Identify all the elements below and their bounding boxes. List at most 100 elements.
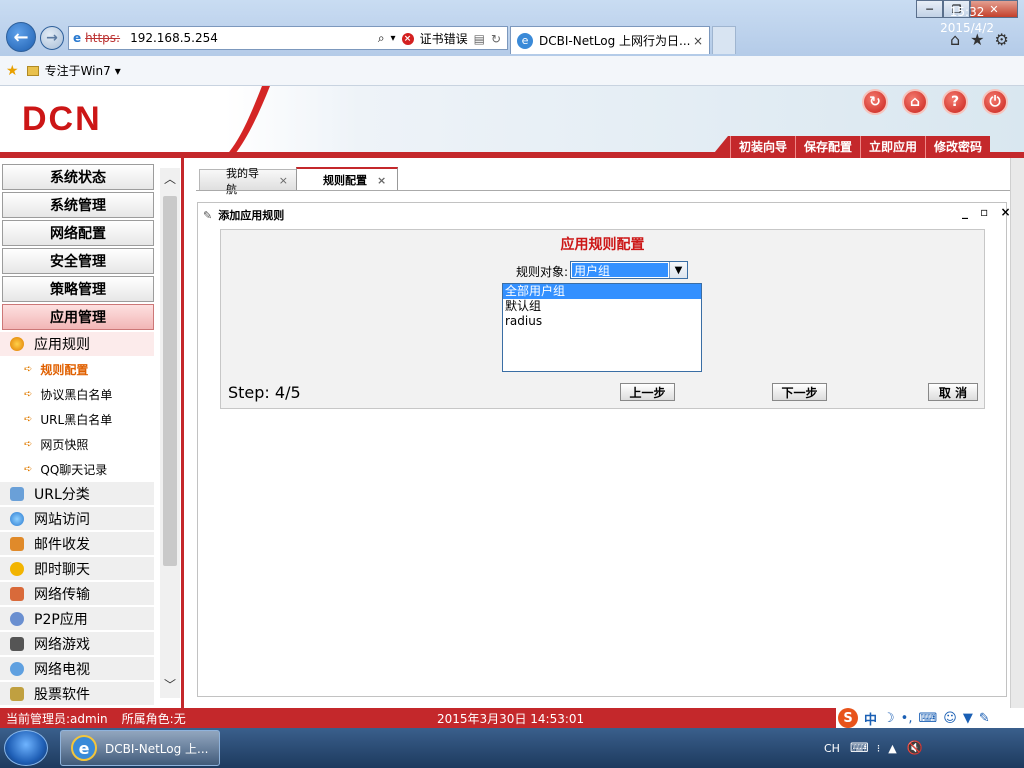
start-button[interactable] — [4, 730, 48, 766]
ie-tab-icon: e — [517, 32, 533, 49]
sidebar-category-web-access[interactable]: 网站访问 — [0, 507, 154, 531]
arrow-bullet-icon: ➪ — [24, 389, 33, 400]
menu-system-status[interactable]: 系统状态 — [2, 164, 154, 190]
new-tab-button[interactable] — [712, 26, 736, 54]
sidebar-item-web-snapshot[interactable]: ➪ 网页快照 — [24, 436, 88, 453]
sidebar-category-mail[interactable]: 邮件收发 — [0, 532, 154, 556]
favorites-item[interactable]: 专注于Win7 — [45, 62, 111, 79]
browser-tab[interactable]: e DCBI-NetLog 上网行为日... × — [510, 26, 710, 54]
address-bar[interactable]: e https: 192.168.5.254 ⌕ ▾ × 证书错误 ▤ ↻ — [68, 26, 508, 50]
home-circle-icon[interactable]: ⌂ — [902, 89, 928, 115]
sidebar-item-label: QQ聊天记录 — [40, 463, 108, 477]
sidebar-category-url[interactable]: URL分类 — [0, 482, 154, 506]
chevron-down-icon[interactable]: ▼ — [669, 262, 687, 278]
dropdown-icon[interactable]: ▾ — [391, 33, 396, 44]
scroll-down-icon[interactable]: ﹀ — [164, 676, 176, 693]
scrollbar-thumb[interactable] — [163, 196, 177, 566]
gamepad-icon — [10, 636, 24, 651]
gear-icon[interactable]: ⚙ — [995, 30, 1009, 49]
search-icon[interactable]: ⌕ — [378, 31, 385, 46]
ime-toolbar[interactable]: S 中 ☽ •, ⌨ ☺ ▼ ✎ — [836, 708, 1024, 728]
sidebar-category-label: 网络电视 — [34, 661, 90, 678]
tab-close-icon[interactable]: × — [693, 34, 703, 48]
chat-icon — [10, 561, 24, 576]
logout-circle-icon[interactable]: ⏻ — [982, 89, 1008, 115]
menu-app-management[interactable]: 应用管理 — [2, 304, 154, 330]
ime-mode[interactable]: 中 — [864, 709, 877, 728]
wrench-icon[interactable]: ✎ — [979, 711, 990, 726]
keyboard-icon[interactable]: ⌨ — [918, 711, 937, 726]
content-scrollbar[interactable] — [1010, 158, 1024, 708]
next-step-button[interactable]: 下一步 — [772, 383, 827, 401]
tab-label: 我的导航 — [226, 166, 259, 196]
volume-muted-icon[interactable]: 🔇 — [907, 741, 923, 756]
sidebar: 系统状态 系统管理 网络配置 安全管理 策略管理 应用管理 应用规则 ➪ 规则配… — [0, 158, 184, 708]
sidebar-category-label: P2P应用 — [34, 611, 88, 628]
rule-object-select[interactable]: 用户组 ▼ — [570, 261, 688, 279]
cert-error-icon[interactable]: × — [401, 32, 414, 45]
tab-my-navigation[interactable]: 我的导航 × — [199, 167, 297, 196]
keyboard-icon[interactable]: ⌨ — [850, 741, 869, 756]
tab-close-icon[interactable]: × — [377, 174, 386, 187]
taskbar-clock[interactable]: 15:32 2015/4/2 — [940, 4, 994, 36]
sidebar-category-tv[interactable]: 网络电视 — [0, 657, 154, 681]
sidebar-category-label: 股票软件 — [34, 686, 90, 703]
nav-change-password[interactable]: 修改密码 — [925, 136, 990, 158]
moon-icon[interactable]: ☽ — [883, 711, 895, 726]
compat-view-icon[interactable]: ▤ — [474, 32, 485, 46]
sidebar-scrollbar[interactable]: ︿ ﹀ — [160, 168, 180, 698]
nav-setup-wizard[interactable]: 初装向导 — [730, 136, 795, 158]
tray-menu-icon[interactable]: ⁝ — [877, 742, 881, 755]
tab-close-icon[interactable]: × — [279, 174, 288, 187]
cert-error-label[interactable]: 证书错误 — [420, 30, 468, 47]
nav-apply-now[interactable]: 立即应用 — [860, 136, 925, 158]
rule-object-value[interactable]: 用户组 — [572, 263, 668, 278]
sidebar-category-stocks[interactable]: 股票软件 — [0, 682, 154, 706]
minimize-icon: ─ — [926, 2, 933, 16]
back-button[interactable]: ← — [6, 22, 36, 52]
language-indicator[interactable]: CH — [824, 742, 840, 755]
minimize-button[interactable]: ─ — [916, 0, 943, 18]
refresh-circle-icon[interactable]: ↻ — [862, 89, 888, 115]
menu-policy-management[interactable]: 策略管理 — [2, 276, 154, 302]
sidebar-category-transfer[interactable]: 网络传输 — [0, 582, 154, 606]
menu-security-management[interactable]: 安全管理 — [2, 248, 154, 274]
list-item[interactable]: 全部用户组 — [503, 284, 701, 299]
chevron-down-icon[interactable]: ▾ — [115, 64, 121, 78]
sidebar-item-rule-config[interactable]: ➪ 规则配置 — [24, 361, 88, 378]
user-icon[interactable]: ☺ — [943, 711, 957, 726]
arrow-right-icon: → — [46, 30, 58, 46]
add-favorite-icon[interactable]: ★ — [6, 63, 19, 79]
taskbar-ie-button[interactable]: e DCBI-NetLog 上... — [60, 730, 220, 766]
sidebar-item-qq-chat-log[interactable]: ➪ QQ聊天记录 — [24, 461, 107, 478]
menu-system-management[interactable]: 系统管理 — [2, 192, 154, 218]
refresh-icon[interactable]: ↻ — [491, 32, 501, 46]
sidebar-category-label: 网站访问 — [34, 511, 90, 528]
punctuation-icon[interactable]: •, — [901, 711, 913, 726]
sidebar-category-im[interactable]: 即时聊天 — [0, 557, 154, 581]
cancel-button[interactable]: 取 消 — [928, 383, 978, 401]
globe-icon — [10, 511, 24, 526]
forward-button[interactable]: → — [40, 26, 64, 50]
scroll-up-icon[interactable]: ︿ — [164, 170, 176, 187]
help-circle-icon[interactable]: ? — [942, 89, 968, 115]
sogou-ime-icon[interactable]: S — [838, 708, 858, 728]
menu-network-config[interactable]: 网络配置 — [2, 220, 154, 246]
skin-icon[interactable]: ▼ — [963, 711, 973, 726]
tab-rule-config[interactable]: 规则配置 × — [296, 167, 398, 191]
sidebar-item-url-list[interactable]: ➪ URL黑白名单 — [24, 411, 112, 428]
sidebar-item-protocol-list[interactable]: ➪ 协议黑白名单 — [24, 386, 112, 403]
sidebar-category-p2p[interactable]: P2P应用 — [0, 607, 154, 631]
list-item[interactable]: radius — [503, 314, 701, 329]
list-item[interactable]: 默认组 — [503, 299, 701, 314]
prev-step-button[interactable]: 上一步 — [620, 383, 675, 401]
sidebar-category-label: 网络传输 — [34, 586, 90, 603]
panel-window-controls[interactable]: _ ▫ × — [962, 205, 1015, 219]
show-hidden-icon[interactable]: ▲ — [888, 742, 896, 755]
nav-save-config[interactable]: 保存配置 — [795, 136, 860, 158]
sidebar-group-app-rules[interactable]: 应用规则 — [0, 332, 154, 356]
sidebar-category-games[interactable]: 网络游戏 — [0, 632, 154, 656]
clock-date: 2015/4/2 — [940, 21, 994, 35]
user-group-listbox[interactable]: 全部用户组 默认组 radius — [502, 283, 702, 372]
url-category-icon — [10, 486, 24, 501]
